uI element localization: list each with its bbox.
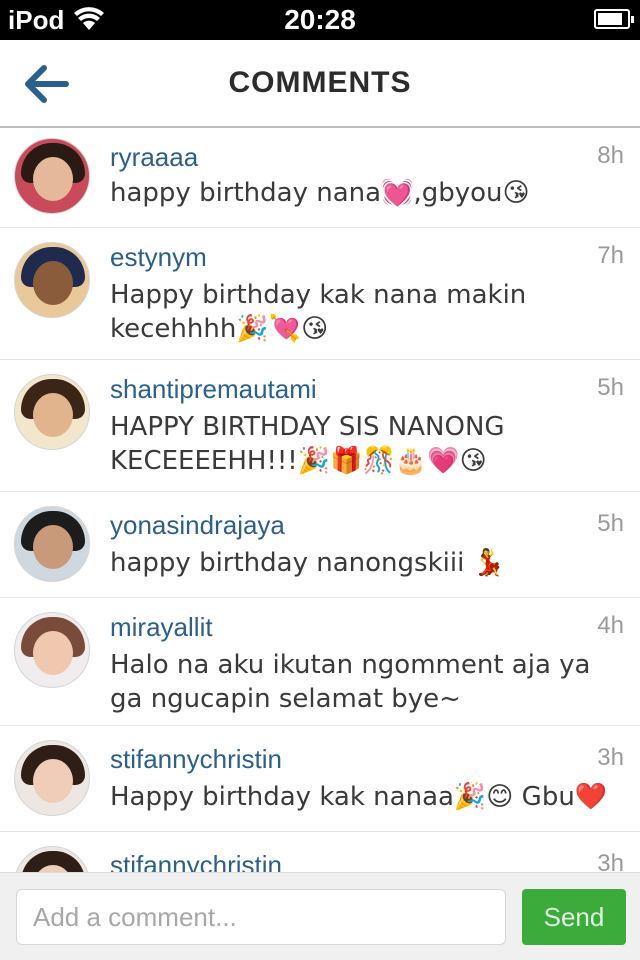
comment-timestamp: 7h [597,242,624,269]
battery-icon [594,9,634,29]
comment-username[interactable]: ryraaaa [110,142,198,173]
comment-text: Happy birthday kak nanaa🎉😊 Gbu❤️ [110,782,608,812]
comment-item: mirayallit 4h Halo na aku ikutan ngommen… [0,598,640,726]
avatar[interactable] [14,506,90,582]
comments-list[interactable]: ryraaaa 8h happy birthday nana💓,gbyou😘 e… [0,128,640,872]
status-bar: iPod 20:28 [0,0,640,40]
comment-text: HAPPY BIRTHDAY SIS NANONG KECEEEEHH!!!🎉🎁… [110,412,505,476]
comment-item: estynym 7h Happy birthday kak nana makin… [0,228,640,360]
send-button[interactable]: Send [522,889,626,945]
comment-username[interactable]: stifannychristin [110,744,282,775]
comment-timestamp: 5h [597,374,624,401]
comment-input[interactable] [16,889,506,945]
comment-timestamp: 4h [597,612,624,639]
page-title: COMMENTS [228,66,412,99]
comment-username[interactable]: shantipremautami [110,374,317,405]
comment-text: happy birthday nana💓,gbyou😘 [110,178,530,208]
comment-username[interactable]: estynym [110,242,207,273]
status-time: 20:28 [284,4,356,35]
comment-item: shantipremautami 5h HAPPY BIRTHDAY SIS N… [0,360,640,492]
comment-timestamp: 3h [597,744,624,771]
comment-text: Happy birthday kak nana makin kecehhhh🎉💘… [110,280,527,344]
comment-item: stifannychristin 3h Happy birthday kak n… [0,726,640,832]
comment-username[interactable]: yonasindrajaya [110,510,285,541]
comment-username[interactable]: mirayallit [110,612,213,643]
avatar[interactable] [14,612,90,688]
avatar[interactable] [14,374,90,450]
comment-text: Halo na aku ikutan ngomment aja ya ga ng… [110,650,591,714]
comment-timestamp: 8h [597,142,624,169]
avatar[interactable] [14,138,90,214]
header: COMMENTS [0,40,640,128]
comment-item: yonasindrajaya 5h happy birthday nanongs… [0,492,640,598]
avatar[interactable] [14,846,90,872]
comment-text: happy birthday nanongskiii 💃 [110,548,505,578]
comment-item: stifannychristin 3h [0,832,640,872]
battery-fill [598,13,622,25]
comment-timestamp: 3h [597,850,624,872]
comment-username[interactable]: stifannychristin [110,850,282,872]
comment-input-bar: Send [0,872,640,960]
comment-item: ryraaaa 8h happy birthday nana💓,gbyou😘 [0,128,640,228]
comment-timestamp: 5h [597,510,624,537]
avatar[interactable] [14,242,90,318]
avatar[interactable] [14,740,90,816]
